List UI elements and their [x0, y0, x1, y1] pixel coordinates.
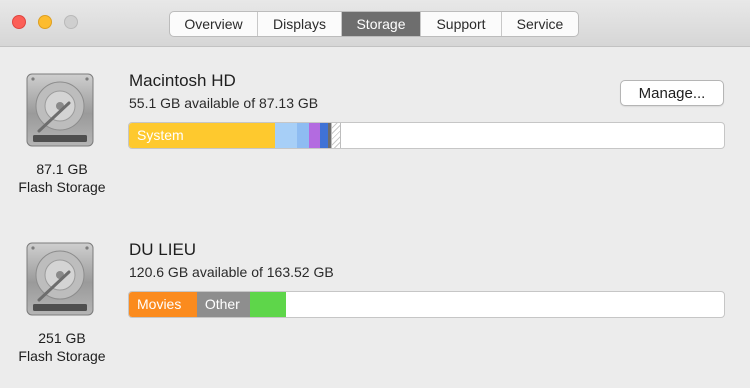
- storage-window: Overview Displays Storage Support Servic…: [0, 0, 750, 388]
- disk-capacity: 87.1 GB: [36, 161, 88, 177]
- tab-storage[interactable]: Storage: [342, 12, 421, 36]
- tab-displays[interactable]: Displays: [258, 12, 342, 36]
- title-bar: Overview Displays Storage Support Servic…: [0, 0, 750, 47]
- disk-type: Flash Storage: [18, 348, 106, 364]
- close-window-button[interactable]: [12, 15, 26, 29]
- disk-name: DU LIEU: [129, 240, 197, 259]
- tab-service[interactable]: Service: [502, 12, 578, 36]
- disk-type: Flash Storage: [18, 179, 106, 195]
- storage-segment: [309, 123, 320, 148]
- minimize-window-button[interactable]: [38, 15, 52, 29]
- manage-button[interactable]: Manage...: [620, 80, 724, 106]
- tab-support[interactable]: Support: [421, 12, 502, 36]
- disk-name: Macintosh HD: [129, 71, 236, 90]
- zoom-window-button[interactable]: [64, 15, 78, 29]
- storage-usage-bar: System: [128, 122, 725, 149]
- storage-segment: [274, 123, 298, 148]
- storage-segment: [330, 123, 342, 148]
- storage-segment-system: System: [129, 123, 275, 148]
- hard-drive-icon: [26, 242, 94, 316]
- storage-segment: [319, 123, 329, 148]
- disk-available-text: 120.6 GB available of 163.52 GB: [129, 264, 334, 280]
- disk-capacity: 251 GB: [38, 330, 86, 346]
- storage-segment: [250, 292, 287, 317]
- disk-available-text: 55.1 GB available of 87.13 GB: [129, 95, 319, 111]
- tab-overview[interactable]: Overview: [170, 12, 258, 36]
- storage-segment-other: Other: [196, 292, 251, 317]
- tab-bar: Overview Displays Storage Support Servic…: [169, 11, 579, 37]
- storage-usage-bar: Movies Other: [128, 291, 725, 318]
- storage-segment-movies: Movies: [129, 292, 197, 317]
- hard-drive-icon: [26, 73, 94, 147]
- storage-segment: [297, 123, 310, 148]
